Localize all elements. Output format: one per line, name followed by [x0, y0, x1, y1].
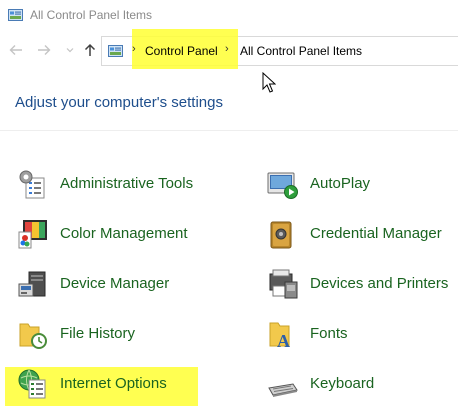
- administrative-tools-icon: [19, 170, 45, 199]
- chevron-down-icon[interactable]: [62, 42, 78, 58]
- control-panel-app-icon: [8, 9, 23, 21]
- navigation-bar: › Control Panel › All Control Panel Item…: [0, 29, 458, 69]
- window-title: All Control Panel Items: [30, 8, 153, 22]
- item-label: Internet Options: [60, 375, 167, 392]
- item-label: Devices and Printers: [310, 275, 449, 292]
- item-label: Fonts: [310, 325, 348, 342]
- devices-and-printers-icon: [269, 269, 298, 299]
- item-label: AutoPlay: [310, 175, 371, 192]
- credential-manager-icon: [270, 221, 292, 249]
- fonts-icon: A: [269, 322, 290, 350]
- back-arrow-icon[interactable]: [8, 42, 24, 58]
- internet-options-icon: [18, 369, 46, 399]
- svg-text:A: A: [277, 331, 290, 350]
- chevron-right-icon[interactable]: ›: [132, 43, 136, 55]
- item-label: Keyboard: [310, 375, 375, 392]
- forward-arrow-icon[interactable]: [36, 42, 52, 58]
- file-history-icon: [19, 323, 47, 349]
- keyboard-icon: [268, 383, 298, 397]
- title-bar: All Control Panel Items: [0, 0, 458, 32]
- autoplay-icon: [267, 172, 298, 199]
- item-label: Credential Manager: [310, 225, 442, 242]
- item-label: File History: [60, 325, 136, 342]
- mouse-cursor-icon: [262, 72, 276, 93]
- item-label: Administrative Tools: [60, 175, 194, 192]
- color-management-icon: [18, 220, 47, 249]
- breadcrumb-all-items[interactable]: All Control Panel Items: [240, 44, 362, 58]
- divider: [0, 130, 458, 131]
- up-arrow-icon[interactable]: [82, 42, 98, 58]
- item-label: Device Manager: [60, 275, 170, 292]
- page-heading: Adjust your computer's settings: [15, 94, 223, 111]
- breadcrumb-control-panel[interactable]: Control Panel: [145, 44, 218, 58]
- device-manager-icon: [18, 271, 46, 297]
- chevron-right-icon[interactable]: ›: [225, 43, 229, 55]
- control-panel-icon: [108, 45, 123, 57]
- item-label: Color Management: [60, 225, 188, 242]
- control-panel-window: All Control Panel Items › Control Panel …: [0, 0, 458, 406]
- address-bar[interactable]: › Control Panel › All Control Panel Item…: [101, 29, 458, 69]
